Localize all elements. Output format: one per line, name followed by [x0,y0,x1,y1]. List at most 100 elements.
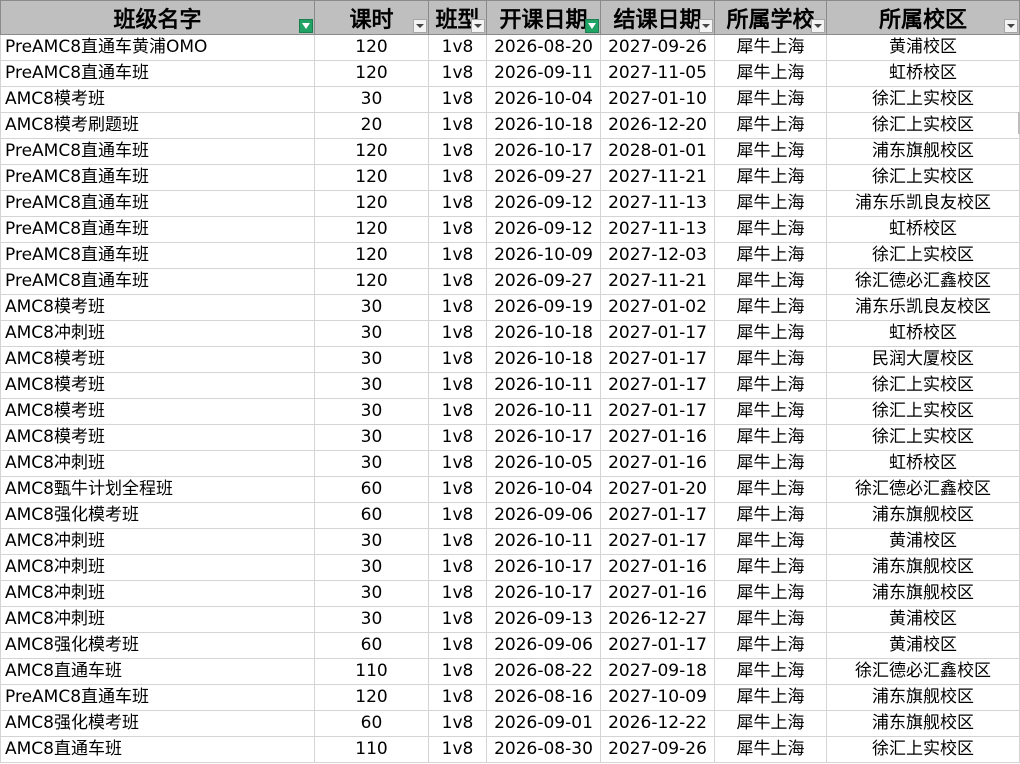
column-header-3[interactable]: 开课日期 [486,0,601,35]
cell-hours[interactable]: 30 [314,580,429,607]
filter-active-icon[interactable] [585,19,599,33]
cell-start-date[interactable]: 2026-08-22 [486,658,601,685]
cell-campus[interactable]: 徐汇德必汇鑫校区 [826,268,1020,295]
cell-campus[interactable]: 虹桥校区 [826,60,1020,87]
cell-class-name[interactable]: AMC8强化模考班 [0,710,315,737]
cell-school[interactable]: 犀牛上海 [714,86,827,113]
cell-campus[interactable]: 浦东乐凯良友校区 [826,294,1020,321]
cell-school[interactable]: 犀牛上海 [714,710,827,737]
cell-start-date[interactable]: 2026-10-17 [486,138,601,165]
cell-class-name[interactable]: AMC8模考班 [0,372,315,399]
cell-hours[interactable]: 110 [314,736,429,763]
cell-class-name[interactable]: AMC8直通车班 [0,658,315,685]
cell-hours[interactable]: 30 [314,528,429,555]
cell-campus[interactable]: 黄浦校区 [826,606,1020,633]
cell-campus[interactable]: 浦东旗舰校区 [826,554,1020,581]
cell-campus[interactable]: 徐汇上实校区 [826,164,1020,191]
cell-school[interactable]: 犀牛上海 [714,190,827,217]
filter-dropdown-icon[interactable] [413,19,427,33]
cell-class-type[interactable]: 1v8 [428,34,487,61]
cell-hours[interactable]: 30 [314,450,429,477]
cell-end-date[interactable]: 2027-01-02 [600,294,715,321]
cell-class-name[interactable]: PreAMC8直通车班 [0,216,315,243]
cell-class-type[interactable]: 1v8 [428,294,487,321]
cell-school[interactable]: 犀牛上海 [714,242,827,269]
cell-start-date[interactable]: 2026-10-04 [486,86,601,113]
column-header-0[interactable]: 班级名字 [0,0,315,35]
cell-start-date[interactable]: 2026-10-09 [486,242,601,269]
cell-school[interactable]: 犀牛上海 [714,658,827,685]
cell-class-name[interactable]: AMC8模考班 [0,294,315,321]
cell-start-date[interactable]: 2026-09-12 [486,190,601,217]
cell-end-date[interactable]: 2027-01-17 [600,398,715,425]
cell-class-name[interactable]: AMC8模考班 [0,346,315,373]
filter-dropdown-icon[interactable] [699,19,713,33]
cell-class-name[interactable]: AMC8冲刺班 [0,320,315,347]
cell-start-date[interactable]: 2026-08-16 [486,684,601,711]
cell-class-name[interactable]: AMC8冲刺班 [0,580,315,607]
cell-hours[interactable]: 60 [314,710,429,737]
cell-school[interactable]: 犀牛上海 [714,736,827,763]
cell-campus[interactable]: 浦东旗舰校区 [826,138,1020,165]
cell-end-date[interactable]: 2027-11-21 [600,268,715,295]
cell-class-name[interactable]: PreAMC8直通车班 [0,190,315,217]
cell-class-name[interactable]: PreAMC8直通车班 [0,138,315,165]
cell-campus[interactable]: 虹桥校区 [826,320,1020,347]
cell-start-date[interactable]: 2026-10-17 [486,424,601,451]
cell-class-type[interactable]: 1v8 [428,86,487,113]
cell-class-name[interactable]: PreAMC8直通车班 [0,242,315,269]
cell-hours[interactable]: 30 [314,372,429,399]
cell-hours[interactable]: 30 [314,424,429,451]
cell-school[interactable]: 犀牛上海 [714,606,827,633]
cell-school[interactable]: 犀牛上海 [714,346,827,373]
cell-school[interactable]: 犀牛上海 [714,450,827,477]
cell-class-type[interactable]: 1v8 [428,164,487,191]
cell-start-date[interactable]: 2026-10-18 [486,112,601,139]
cell-end-date[interactable]: 2027-11-13 [600,190,715,217]
filter-dropdown-icon[interactable] [1004,19,1018,33]
column-header-5[interactable]: 所属学校 [714,0,827,35]
filter-dropdown-icon[interactable] [471,19,485,33]
cell-hours[interactable]: 120 [314,684,429,711]
cell-start-date[interactable]: 2026-09-19 [486,294,601,321]
cell-hours[interactable]: 60 [314,632,429,659]
cell-class-name[interactable]: AMC8冲刺班 [0,606,315,633]
cell-hours[interactable]: 60 [314,502,429,529]
cell-hours[interactable]: 120 [314,34,429,61]
cell-campus[interactable]: 徐汇上实校区 [826,424,1020,451]
cell-end-date[interactable]: 2027-01-16 [600,450,715,477]
cell-class-name[interactable]: PreAMC8直通车黄浦OMO [0,34,315,61]
cell-hours[interactable]: 30 [314,606,429,633]
cell-class-type[interactable]: 1v8 [428,658,487,685]
cell-end-date[interactable]: 2027-01-10 [600,86,715,113]
filter-dropdown-icon[interactable] [811,19,825,33]
cell-school[interactable]: 犀牛上海 [714,398,827,425]
cell-hours[interactable]: 120 [314,164,429,191]
cell-class-type[interactable]: 1v8 [428,268,487,295]
cell-hours[interactable]: 60 [314,476,429,503]
cell-class-name[interactable]: PreAMC8直通车班 [0,60,315,87]
cell-school[interactable]: 犀牛上海 [714,268,827,295]
cell-class-type[interactable]: 1v8 [428,424,487,451]
cell-end-date[interactable]: 2027-01-20 [600,476,715,503]
cell-start-date[interactable]: 2026-10-11 [486,372,601,399]
column-header-2[interactable]: 班型 [428,0,487,35]
cell-class-type[interactable]: 1v8 [428,606,487,633]
cell-school[interactable]: 犀牛上海 [714,164,827,191]
cell-hours[interactable]: 30 [314,554,429,581]
cell-class-type[interactable]: 1v8 [428,502,487,529]
cell-school[interactable]: 犀牛上海 [714,138,827,165]
cell-end-date[interactable]: 2026-12-22 [600,710,715,737]
cell-class-type[interactable]: 1v8 [428,242,487,269]
cell-end-date[interactable]: 2027-01-17 [600,502,715,529]
cell-class-type[interactable]: 1v8 [428,710,487,737]
cell-class-name[interactable]: PreAMC8直通车班 [0,684,315,711]
column-header-1[interactable]: 课时 [314,0,429,35]
cell-class-type[interactable]: 1v8 [428,398,487,425]
cell-hours[interactable]: 120 [314,60,429,87]
cell-class-name[interactable]: AMC8模考刷题班 [0,112,315,139]
cell-end-date[interactable]: 2027-01-17 [600,372,715,399]
cell-school[interactable]: 犀牛上海 [714,60,827,87]
cell-class-name[interactable]: AMC8冲刺班 [0,554,315,581]
cell-start-date[interactable]: 2026-08-30 [486,736,601,763]
